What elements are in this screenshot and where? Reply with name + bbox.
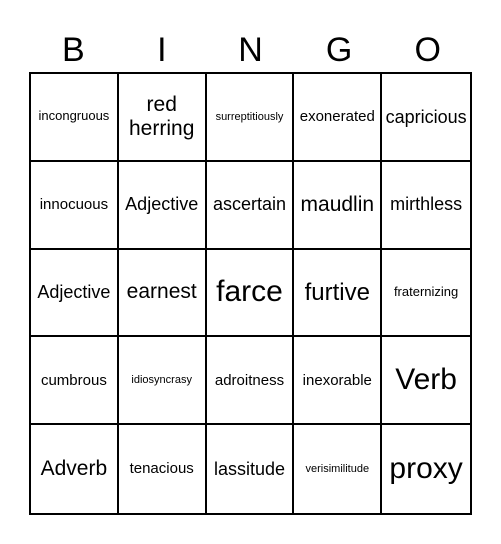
bingo-cell[interactable]: fraternizing xyxy=(382,250,470,338)
bingo-cell[interactable]: ascertain xyxy=(206,161,295,250)
bingo-cell[interactable]: cumbrous xyxy=(31,337,119,426)
header-letter-b: B xyxy=(61,31,85,69)
bingo-cell[interactable]: farce xyxy=(206,249,295,338)
bingo-cell[interactable]: maudlin xyxy=(294,161,383,250)
bingo-cell[interactable]: verisimilitude xyxy=(294,425,383,513)
bingo-cell[interactable]: inexorable xyxy=(294,337,383,426)
header-letter-g: G xyxy=(325,31,353,69)
bingo-cell[interactable]: Adverb xyxy=(31,425,119,513)
bingo-cell[interactable]: capricious xyxy=(382,74,470,162)
bingo-cell[interactable]: exonerated xyxy=(294,74,383,162)
bingo-cell[interactable]: tenacious xyxy=(119,425,207,513)
bingo-cell[interactable]: lassitude xyxy=(207,425,295,513)
header-letter-n: N xyxy=(238,31,263,69)
bingo-cell[interactable]: innocuous xyxy=(31,161,119,250)
bingo-cell[interactable]: earnest xyxy=(118,249,207,338)
bingo-cell[interactable]: Adjective xyxy=(31,249,119,338)
bingo-cell[interactable]: proxy xyxy=(382,425,470,513)
bingo-cell[interactable]: red herring xyxy=(118,74,207,162)
bingo-cell[interactable]: furtive xyxy=(294,249,383,338)
bingo-cell[interactable]: incongruous xyxy=(31,74,119,162)
bingo-card-grid: incongruous red herring surreptitiously … xyxy=(29,72,472,515)
bingo-cell[interactable]: adroitness xyxy=(206,337,295,426)
bingo-cell[interactable]: Verb xyxy=(382,337,470,426)
bingo-header: B I N G O xyxy=(29,28,472,72)
bingo-cell[interactable]: idiosyncrasy xyxy=(118,337,207,426)
bingo-cell[interactable]: mirthless xyxy=(382,162,470,250)
header-letter-i: I xyxy=(157,31,167,69)
header-letter-o: O xyxy=(414,31,441,69)
bingo-cell[interactable]: surreptitiously xyxy=(206,74,295,162)
bingo-cell[interactable]: Adjective xyxy=(118,161,207,250)
